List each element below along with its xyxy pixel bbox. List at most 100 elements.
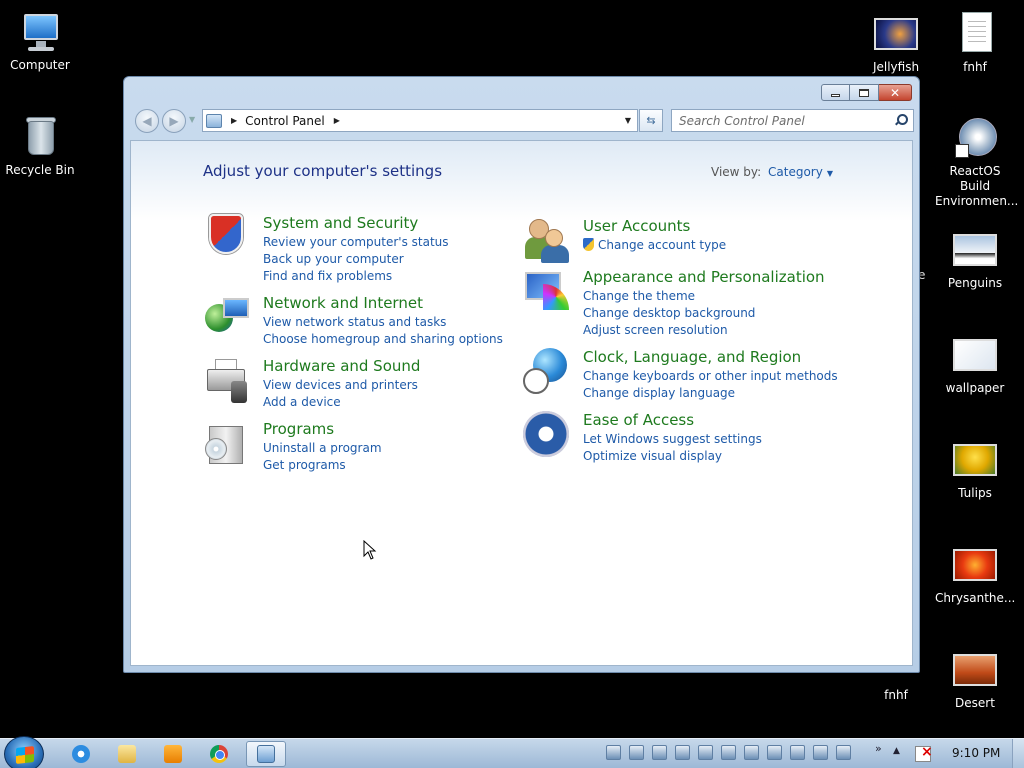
desktop-icon-fnhf-file[interactable]: fnhf <box>935 12 1015 75</box>
category-title[interactable]: Clock, Language, and Region <box>583 348 801 366</box>
category-link[interactable]: Let Windows suggest settings <box>583 431 762 448</box>
ease-of-access-icon[interactable] <box>523 411 569 457</box>
search-input[interactable] <box>672 110 882 131</box>
minimize-icon <box>831 93 840 97</box>
tray-icon[interactable] <box>744 745 759 760</box>
forward-button[interactable]: ▶ <box>162 109 186 133</box>
taskbar-internet-explorer[interactable] <box>64 741 98 767</box>
content-pane: Adjust your computer's settings View by:… <box>130 140 913 666</box>
category-link[interactable]: View network status and tasks <box>263 314 503 331</box>
tray-icon[interactable] <box>606 745 621 760</box>
tray-icon[interactable] <box>721 745 736 760</box>
search-icon[interactable] <box>894 114 908 127</box>
taskbar-chrome[interactable] <box>202 741 236 767</box>
tray-icon[interactable] <box>836 745 851 760</box>
category-link[interactable]: Choose homegroup and sharing options <box>263 331 503 348</box>
tray-icon[interactable] <box>652 745 667 760</box>
show-hidden-icons-button[interactable]: ▲ <box>893 746 900 756</box>
desktop-icon-tulips[interactable]: Tulips <box>935 438 1015 501</box>
desktop-icon-desert[interactable]: Desert <box>935 648 1015 711</box>
back-button[interactable]: ◀ <box>135 109 159 133</box>
network-globe-icon[interactable] <box>203 294 251 342</box>
category-link[interactable]: Change keyboards or other input methods <box>583 368 838 385</box>
control-panel-window[interactable]: ✕ ◀ ▶ ▼ ▶ Control Panel ▶ ▼ ⇆ Adjust you… <box>123 76 920 673</box>
view-by-dropdown[interactable]: Category ▼ <box>768 165 833 179</box>
reactos-shortcut-icon <box>953 116 997 160</box>
desktop-icon-label: Recycle Bin <box>5 163 75 177</box>
media-player-icon <box>164 745 182 763</box>
computer-icon <box>18 10 62 54</box>
desktop-icon-penguins[interactable]: Penguins <box>935 228 1015 291</box>
desktop-icon-label: wallpaper <box>945 381 1005 395</box>
penguins-image-icon <box>953 228 997 272</box>
category-link[interactable]: Change display language <box>583 385 838 402</box>
view-by-value: Category <box>768 165 823 179</box>
address-bar[interactable]: ▶ Control Panel ▶ ▼ <box>202 109 638 132</box>
desktop-icon-computer[interactable]: Computer <box>0 10 80 73</box>
category-link[interactable]: Optimize visual display <box>583 448 762 465</box>
jellyfish-image-icon <box>874 12 918 56</box>
recent-pages-dropdown-icon[interactable]: ▼ <box>189 115 195 124</box>
category-link[interactable]: Change the theme <box>583 288 755 305</box>
tray-icon[interactable] <box>675 745 690 760</box>
category-title[interactable]: Network and Internet <box>263 294 423 312</box>
category-link[interactable]: Uninstall a program <box>263 440 382 457</box>
taskbar-clock[interactable]: 9:10 PM <box>952 746 1000 760</box>
refresh-button[interactable]: ⇆ <box>639 109 663 132</box>
category-link[interactable]: Get programs <box>263 457 382 474</box>
category-link[interactable]: Back up your computer <box>263 251 449 268</box>
desktop-icon-reactos-build[interactable]: ReactOS Build Environmen... <box>935 116 1018 209</box>
printer-icon[interactable] <box>203 357 251 405</box>
category-link[interactable]: Adjust screen resolution <box>583 322 755 339</box>
category-link[interactable]: View devices and printers <box>263 377 418 394</box>
tray-icon[interactable] <box>629 745 644 760</box>
desktop-icon-label: fnhf <box>963 60 987 74</box>
taskbar-explorer[interactable] <box>110 741 144 767</box>
desktop-icon-chrysanthemum[interactable]: Chrysanthe... <box>935 543 1015 606</box>
toolbar-overflow-icon[interactable]: » <box>875 742 882 755</box>
nav-buttons: ◀ ▶ ▼ <box>133 108 199 134</box>
category-title[interactable]: System and Security <box>263 214 418 232</box>
show-desktop-button[interactable] <box>1012 739 1024 768</box>
category-title[interactable]: Hardware and Sound <box>263 357 420 375</box>
desktop-icon-wallpaper[interactable]: wallpaper <box>935 333 1015 396</box>
action-center-flag-icon[interactable] <box>915 744 933 762</box>
category-title[interactable]: Ease of Access <box>583 411 694 429</box>
maximize-button[interactable] <box>850 84 879 101</box>
tray-icon[interactable] <box>698 745 713 760</box>
breadcrumb-separator-icon[interactable]: ▶ <box>231 116 237 125</box>
category-title[interactable]: User Accounts <box>583 217 690 235</box>
category-link[interactable]: Find and fix problems <box>263 268 449 285</box>
category-link[interactable]: Change account type <box>583 237 726 254</box>
desktop-icon-label: Penguins <box>947 276 1003 290</box>
personalization-icon[interactable] <box>523 268 571 316</box>
internet-explorer-icon <box>72 745 90 763</box>
chevron-down-icon: ▼ <box>826 169 833 178</box>
taskbar-control-panel[interactable] <box>246 741 286 767</box>
tray-icon[interactable] <box>790 745 805 760</box>
category-title[interactable]: Appearance and Personalization <box>583 268 825 286</box>
address-dropdown-icon[interactable]: ▼ <box>625 116 631 125</box>
caption-buttons: ✕ <box>821 84 912 101</box>
category-title[interactable]: Programs <box>263 420 334 438</box>
desktop-icon-label: Tulips <box>958 486 992 500</box>
desktop-icon-label: Desert <box>955 696 995 710</box>
desktop-icon-fnhf-folder[interactable]: fnhf <box>856 688 936 708</box>
start-button[interactable] <box>4 736 44 768</box>
tray-icon[interactable] <box>767 745 782 760</box>
breadcrumb-separator-icon[interactable]: ▶ <box>334 116 340 125</box>
clock-globe-icon[interactable] <box>523 348 571 396</box>
category-link[interactable]: Add a device <box>263 394 418 411</box>
category-link[interactable]: Change desktop background <box>583 305 755 322</box>
minimize-button[interactable] <box>821 84 850 101</box>
desktop-icon-recycle-bin[interactable]: Recycle Bin <box>0 115 80 178</box>
close-button[interactable]: ✕ <box>879 84 912 101</box>
users-icon[interactable] <box>523 217 571 265</box>
category-link[interactable]: Review your computer's status <box>263 234 449 251</box>
shield-icon[interactable] <box>209 214 243 254</box>
tray-icon[interactable] <box>813 745 828 760</box>
programs-box-icon[interactable] <box>203 420 251 468</box>
breadcrumb-control-panel[interactable]: Control Panel <box>245 114 325 128</box>
taskbar-media-player[interactable] <box>156 741 190 767</box>
desktop-icon-jellyfish[interactable]: Jellyfish <box>856 12 936 75</box>
